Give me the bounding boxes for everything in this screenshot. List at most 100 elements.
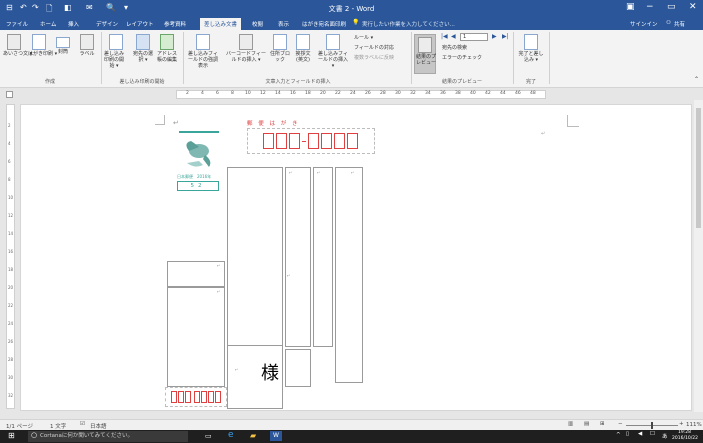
edge-icon[interactable]: e <box>228 430 234 440</box>
vruler-tick: 4 <box>8 141 11 146</box>
sender-postal-box <box>215 391 221 403</box>
tab-review[interactable]: 校閲 <box>252 20 263 28</box>
ruler-tick: 48 <box>530 91 536 96</box>
tab-mailings[interactable]: 差し込み文書 <box>200 18 242 30</box>
sender-address-frame[interactable] <box>167 287 225 387</box>
group-separator <box>183 32 184 84</box>
group-create-label: 作成 <box>44 79 55 85</box>
ruler-tick: 16 <box>290 91 296 96</box>
print-layout-icon[interactable]: ▤ <box>584 421 589 427</box>
horizontal-ruler[interactable]: 2 4 6 8 10 12 14 16 18 20 22 24 26 28 30… <box>0 89 703 100</box>
clock-date[interactable]: 2016/10/22 <box>672 436 698 441</box>
tab-insert[interactable]: 挿入 <box>68 20 79 28</box>
sender-postal-box <box>201 391 207 403</box>
tab-layout[interactable]: レイアウト <box>126 20 154 28</box>
scrollbar-thumb[interactable] <box>696 108 701 228</box>
tab-design[interactable]: デザイン <box>96 20 118 28</box>
ruler-tick: 30 <box>395 91 401 96</box>
tab-home[interactable]: ホーム <box>40 20 56 28</box>
signin-link[interactable]: サインイン <box>630 20 658 28</box>
web-layout-icon[interactable]: ⊞ <box>600 421 605 427</box>
rules-button[interactable]: ルール ▾ <box>354 34 373 41</box>
finish-merge-button[interactable]: 完了と差し込み ▾ <box>518 34 544 63</box>
tray-up-icon[interactable]: ^ <box>616 432 621 438</box>
clock-time[interactable]: 19:28 <box>678 430 691 435</box>
hagaki-print-button[interactable]: はがき印刷 ▾ <box>28 34 57 57</box>
postal-box <box>276 133 287 149</box>
barcode-label: バーコードフィールドの挿入 ▾ <box>226 51 266 63</box>
greeting-line-button[interactable]: 挨拶文 (英文) <box>292 34 314 63</box>
edit-list-button[interactable]: アドレス帳の編集 <box>156 34 178 63</box>
vertical-ruler[interactable]: 2 4 6 8 10 12 14 16 18 20 22 24 26 28 30… <box>6 104 15 409</box>
first-record-icon[interactable]: |◀ <box>441 33 448 40</box>
address-line-2-frame[interactable] <box>313 167 333 347</box>
cortana-placeholder: Cortanaに何か聞いてみてください。 <box>40 433 134 439</box>
name-box-frame[interactable] <box>285 349 311 387</box>
tab-file[interactable]: ファイル <box>6 20 28 28</box>
next-record-icon[interactable]: ▶ <box>492 33 497 40</box>
address-block-button[interactable]: 住所ブロック <box>270 34 290 63</box>
ruler-tick: 4 <box>201 91 204 96</box>
ribbon-display-icon[interactable]: ▣ <box>626 2 635 12</box>
select-recipients-button[interactable]: 宛先の選択 ▾ <box>132 34 154 63</box>
task-view-icon[interactable]: ▭ <box>205 432 212 440</box>
document-page[interactable]: ↵ ↵ 郵 便 は が き 日本郵便 2016年 52 ↵ ↵ ↵ 様 ↵ ↵ … <box>20 104 692 411</box>
collapse-ribbon-icon[interactable]: ⌃ <box>694 76 699 83</box>
minimize-icon[interactable]: − <box>646 2 654 12</box>
vertical-scrollbar[interactable] <box>694 100 703 412</box>
maximize-icon[interactable]: ▭ <box>667 2 676 12</box>
cortana-search-box[interactable]: Cortanaに何か聞いてみてください。 <box>28 431 188 442</box>
zoom-level[interactable]: 111% <box>686 422 702 428</box>
find-recipient-button[interactable]: 宛先の検索 <box>442 44 467 51</box>
tab-hagaki[interactable]: はがき宛名面印刷 <box>302 20 346 28</box>
last-record-icon[interactable]: ▶| <box>502 33 509 40</box>
tab-selector[interactable] <box>6 91 13 98</box>
field-mark: ↵ <box>351 170 355 175</box>
proofing-icon[interactable]: ☑ <box>80 421 85 427</box>
page-count[interactable]: 1/1 ページ <box>6 422 33 430</box>
volume-icon[interactable]: ◀ <box>638 431 642 437</box>
ime-indicator[interactable]: あ <box>662 432 668 440</box>
zoom-slider-thumb[interactable] <box>651 422 653 429</box>
record-number-input[interactable]: 1 <box>460 33 488 41</box>
zoom-in-icon[interactable]: + <box>679 421 684 427</box>
start-merge-button[interactable]: 差し込み印刷の開始 ▾ <box>104 34 128 69</box>
network-icon[interactable]: ▯ <box>626 431 629 437</box>
paragraph-mark: ↵ <box>173 119 179 127</box>
insert-merge-field-button[interactable]: 差し込みフィールドの挿入 ▾ <box>316 34 350 69</box>
tab-view[interactable]: 表示 <box>278 20 289 28</box>
tab-references[interactable]: 参考資料 <box>164 20 186 28</box>
highlight-fields-label: 差し込みフィールドの強調表示 <box>187 51 218 69</box>
share-icon[interactable]: ⚇ <box>666 20 671 26</box>
address-line-3-frame[interactable] <box>335 167 363 383</box>
update-labels-button[interactable]: 複数ラベルに反映 <box>354 54 394 61</box>
word-count[interactable]: 1 文字 <box>50 422 66 430</box>
read-mode-icon[interactable]: ▥ <box>568 421 573 427</box>
paragraph-mark: ↵ <box>235 367 239 372</box>
vruler-tick: 32 <box>8 393 14 398</box>
address-line-1-frame[interactable] <box>285 167 311 347</box>
ruler-tick: 28 <box>380 91 386 96</box>
hagaki-icon <box>32 34 46 50</box>
windows-start-icon[interactable]: ⊞ <box>8 431 15 440</box>
field-mark: ↵ <box>217 263 221 268</box>
check-errors-button[interactable]: エラーのチェック <box>442 54 482 61</box>
tell-me-input[interactable]: 実行したい作業を入力してください... <box>362 20 455 28</box>
labels-button[interactable]: ラベル <box>76 34 98 57</box>
barcode-button[interactable]: バーコードフィールドの挿入 ▾ <box>226 34 266 63</box>
previous-record-icon[interactable]: ◀ <box>451 33 456 40</box>
close-icon[interactable]: ✕ <box>689 2 697 12</box>
greeting-card-button[interactable]: あいさつ文 ▾ <box>3 34 32 57</box>
file-explorer-icon[interactable]: ▰ <box>250 431 256 440</box>
group-separator <box>549 32 550 84</box>
share-button[interactable]: 共有 <box>674 20 685 28</box>
language-indicator[interactable]: 日本語 <box>90 422 107 430</box>
sender-postal-box <box>185 391 191 403</box>
envelope-button[interactable]: 封筒 <box>52 34 74 55</box>
word-taskbar-icon[interactable]: W <box>270 431 282 441</box>
zoom-out-icon[interactable]: − <box>618 421 623 427</box>
notifications-icon[interactable]: ☐ <box>650 431 655 437</box>
highlight-fields-button[interactable]: 差し込みフィールドの強調表示 <box>186 34 220 69</box>
preview-results-button[interactable]: 結果のプレビュー <box>414 34 436 74</box>
match-fields-button[interactable]: フィールドの対応 <box>354 44 394 51</box>
